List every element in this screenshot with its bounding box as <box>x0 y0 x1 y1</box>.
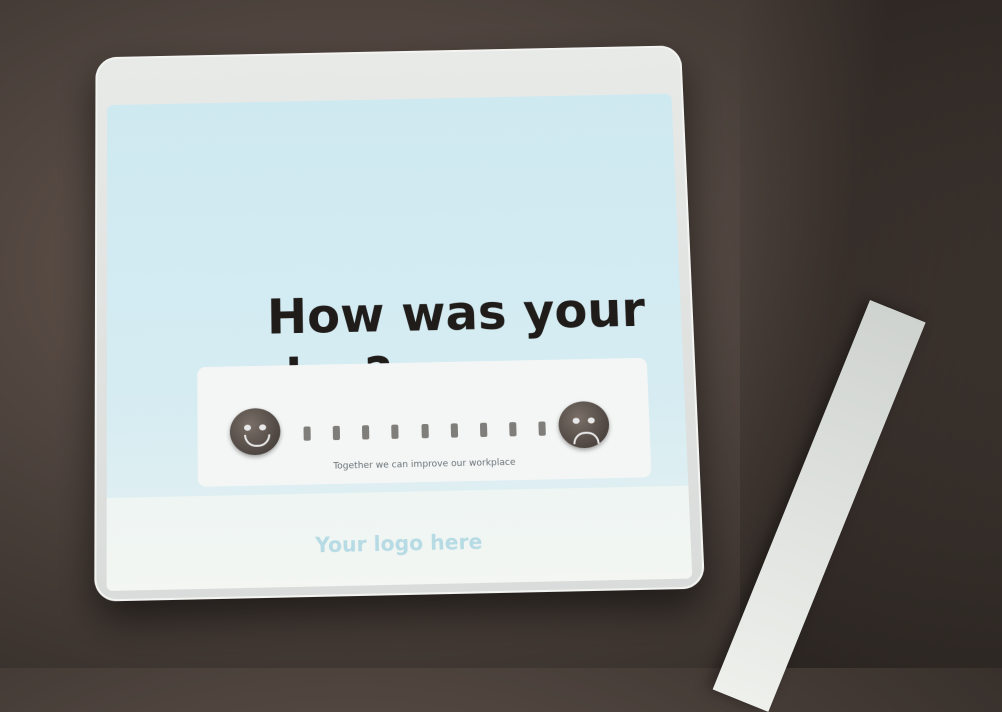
scale-step <box>362 425 370 440</box>
scale-step <box>538 421 546 436</box>
scale-step <box>450 423 458 438</box>
feedback-device: celpax How was your day? Together we ca <box>94 45 706 602</box>
scale-step <box>420 423 429 439</box>
rating-scale: Together we can improve our workplace <box>197 357 652 487</box>
scale-step <box>509 422 517 437</box>
scale-steps <box>303 420 546 441</box>
sad-face-icon[interactable] <box>557 400 610 449</box>
device-screen: How was your day? Together we can improv… <box>106 93 693 591</box>
logo-placeholder: Your logo here <box>314 529 483 558</box>
scale-step <box>391 424 399 439</box>
scale-step <box>332 425 341 441</box>
scale-caption: Together we can improve our workplace <box>333 457 516 472</box>
scale-step <box>303 426 311 441</box>
logo-area: Your logo here <box>106 485 693 591</box>
happy-face-icon[interactable] <box>229 407 281 456</box>
scale-step <box>479 422 488 438</box>
